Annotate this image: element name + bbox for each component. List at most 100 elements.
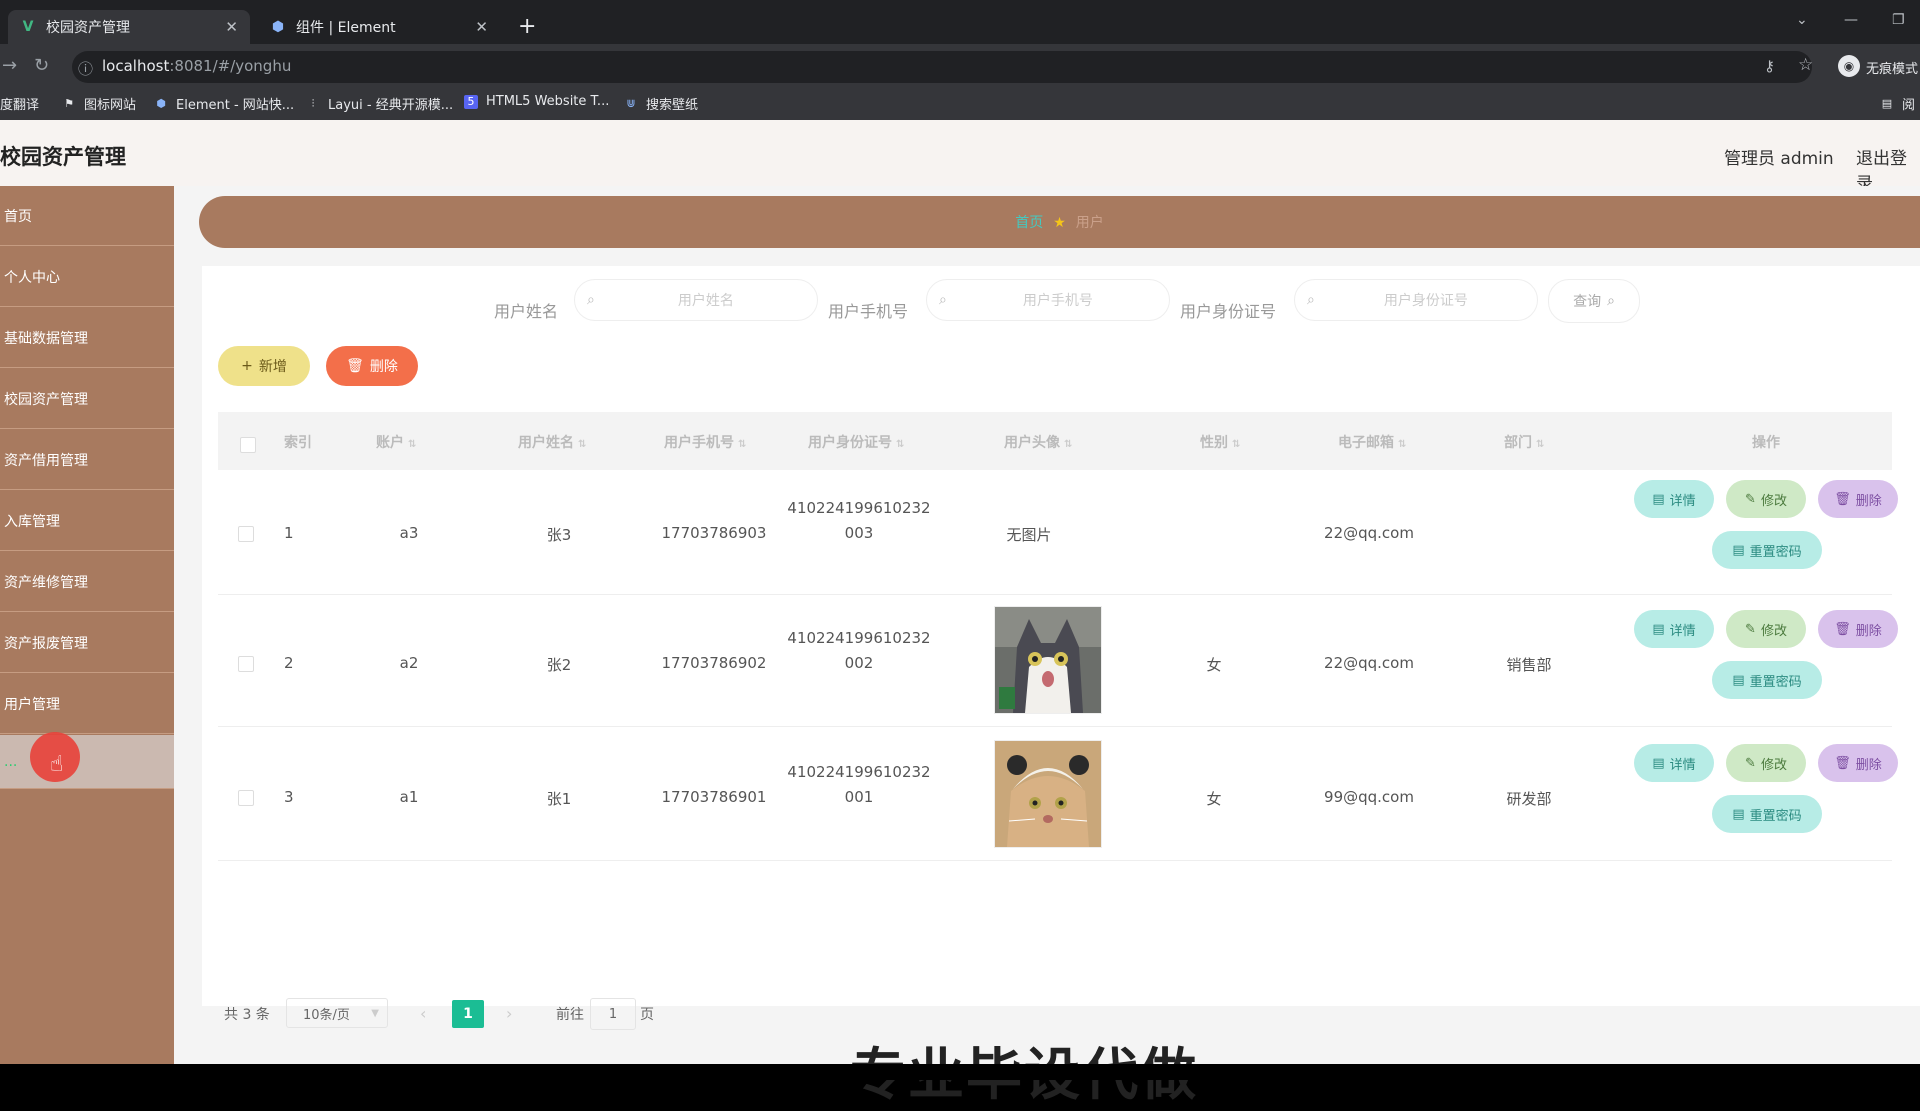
col-account[interactable]: 账户 ⇅: [376, 432, 416, 452]
sort-icon[interactable]: ⇅: [738, 439, 746, 450]
url-text[interactable]: localhost:8081/#/yonghu: [102, 57, 291, 75]
bookmark-item[interactable]: ⚑ 图标网站: [62, 94, 136, 113]
doc-icon: ▤: [1652, 491, 1665, 507]
search-name-input[interactable]: ⌕ 用户姓名: [574, 279, 818, 321]
browser-tab-active[interactable]: V 校园资产管理 ✕: [8, 10, 250, 44]
delete-button[interactable]: 🗑 删除: [1818, 610, 1898, 648]
minimize-icon[interactable]: —: [1844, 12, 1858, 28]
bookmark-item[interactable]: ⬢ Element - 网站快...: [154, 94, 294, 113]
tab-search-icon[interactable]: ⌄: [1796, 12, 1808, 28]
close-icon[interactable]: ✕: [225, 18, 238, 36]
reset-password-button[interactable]: ▤ 重置密码: [1712, 661, 1822, 699]
bookmark-item[interactable]: ⋓ 搜索壁纸: [624, 94, 698, 113]
pagination-total: 共 3 条: [224, 1007, 270, 1023]
search-phone-input[interactable]: ⌕ 用户手机号: [926, 279, 1170, 321]
prev-page-icon[interactable]: ‹: [420, 1004, 426, 1023]
trash-icon: 🗑: [1834, 491, 1851, 507]
sort-icon[interactable]: ⇅: [896, 439, 904, 450]
delete-button[interactable]: 🗑 删除: [1818, 480, 1898, 518]
sidebar-item-stock-in[interactable]: 入库管理: [0, 491, 174, 551]
browser-tab[interactable]: ⬢ 组件 | Element ✕: [258, 10, 500, 44]
detail-button[interactable]: ▤ 详情: [1634, 480, 1714, 518]
sidebar-item-borrow[interactable]: 资产借用管理: [0, 430, 174, 490]
wallpaper-icon: ⋓: [626, 97, 636, 110]
restore-icon[interactable]: ❐: [1892, 12, 1905, 28]
info-icon[interactable]: ⓘ: [78, 58, 93, 79]
current-user: 管理员 admin: [1724, 149, 1834, 169]
forward-icon[interactable]: →: [2, 55, 17, 76]
sort-icon[interactable]: ⇅: [578, 439, 586, 450]
cat-photo: [995, 741, 1101, 847]
sort-icon[interactable]: ⇅: [1536, 439, 1544, 450]
user-avatar-cat[interactable]: [994, 740, 1102, 848]
bookmark-item[interactable]: ⫶ Layui - 经典开源模...: [306, 94, 453, 114]
goto-page-input[interactable]: 1: [590, 998, 636, 1030]
new-tab-icon[interactable]: +: [518, 14, 536, 39]
delete-button[interactable]: 🗑 删除: [1818, 744, 1898, 782]
edit-button[interactable]: ✎ 修改: [1726, 744, 1806, 782]
incognito-icon[interactable]: ◉: [1838, 55, 1860, 77]
vue-icon: V: [22, 19, 34, 35]
star-icon: ★: [1053, 215, 1066, 231]
col-gender[interactable]: 性别 ⇅: [1200, 432, 1240, 452]
col-name[interactable]: 用户姓名 ⇅: [518, 432, 586, 452]
edit-button[interactable]: ✎ 修改: [1726, 610, 1806, 648]
trash-icon: 🗑: [346, 358, 364, 374]
tab-title: 组件 | Element: [296, 20, 396, 36]
col-idcard[interactable]: 用户身份证号 ⇅: [808, 432, 904, 452]
breadcrumb-home[interactable]: 首页: [1015, 215, 1043, 231]
bookmark-item[interactable]: 5 HTML5 Website T...: [464, 94, 609, 109]
reload-icon[interactable]: ↻: [34, 55, 49, 76]
detail-button[interactable]: ▤ 详情: [1634, 610, 1714, 648]
sidebar-item-profile[interactable]: 个人中心: [0, 247, 174, 307]
sort-icon[interactable]: ⇅: [408, 439, 416, 450]
query-button[interactable]: 查询 ⌕: [1548, 279, 1640, 323]
sort-icon[interactable]: ⇅: [1232, 439, 1240, 450]
page-number-current[interactable]: 1: [452, 1000, 484, 1028]
col-avatar[interactable]: 用户头像 ⇅: [1004, 432, 1072, 452]
reading-list-icon: ▤: [1881, 97, 1893, 110]
bookmark-item[interactable]: 度翻译: [0, 94, 39, 113]
edit-button[interactable]: ✎ 修改: [1726, 480, 1806, 518]
sidebar-item-active[interactable]: ...: [0, 735, 174, 789]
key-icon[interactable]: ⚷: [1764, 57, 1775, 75]
reset-password-button[interactable]: ▤ 重置密码: [1712, 531, 1822, 569]
address-bar[interactable]: [72, 51, 1812, 83]
element-icon: ⬢: [271, 19, 285, 35]
close-icon[interactable]: ✕: [475, 18, 488, 36]
plus-icon: +: [241, 358, 253, 374]
sidebar-item-home[interactable]: 首页: [0, 186, 174, 246]
col-phone[interactable]: 用户手机号 ⇅: [664, 432, 746, 452]
sidebar-item-repair[interactable]: 资产维修管理: [0, 552, 174, 612]
tab-title: 校园资产管理: [46, 20, 130, 36]
hand-cursor-icon: ☝: [50, 752, 64, 777]
batch-delete-button[interactable]: 🗑 删除: [326, 346, 418, 386]
search-idcard-input[interactable]: ⌕ 用户身份证号: [1294, 279, 1538, 321]
row-checkbox[interactable]: [238, 656, 254, 672]
row-avatar-empty: 无图片: [1006, 526, 1052, 544]
sidebar-item-basic-data[interactable]: 基础数据管理: [0, 308, 174, 368]
user-avatar-cat[interactable]: [994, 606, 1102, 714]
reset-password-button[interactable]: ▤ 重置密码: [1712, 795, 1822, 833]
select-all-checkbox[interactable]: [240, 437, 256, 453]
sort-icon[interactable]: ⇅: [1064, 439, 1072, 450]
sort-icon[interactable]: ⇅: [1398, 439, 1406, 450]
star-icon[interactable]: ☆: [1798, 55, 1813, 75]
sidebar-item-users[interactable]: 用户管理: [0, 674, 174, 734]
profile-label[interactable]: 无痕模式: [1866, 58, 1918, 77]
row-checkbox[interactable]: [238, 526, 254, 542]
sidebar-item-assets[interactable]: 校园资产管理: [0, 369, 174, 429]
page-size-select[interactable]: 10条/页 ▼: [286, 998, 388, 1028]
page-unit-label: 页: [640, 1007, 654, 1023]
row-checkbox[interactable]: [238, 790, 254, 806]
doc-icon: ▤: [1652, 621, 1665, 637]
row-phone: 17703786901: [661, 788, 767, 806]
reading-list[interactable]: ▤ 阅: [1880, 94, 1915, 113]
detail-button[interactable]: ▤ 详情: [1634, 744, 1714, 782]
col-dept[interactable]: 部门 ⇅: [1504, 432, 1544, 452]
add-button[interactable]: + 新增: [218, 346, 310, 386]
row-email: 99@qq.com: [1324, 788, 1414, 806]
sidebar-item-scrap[interactable]: 资产报废管理: [0, 613, 174, 673]
col-email[interactable]: 电子邮箱 ⇅: [1338, 432, 1406, 452]
next-page-icon[interactable]: ›: [506, 1004, 512, 1023]
